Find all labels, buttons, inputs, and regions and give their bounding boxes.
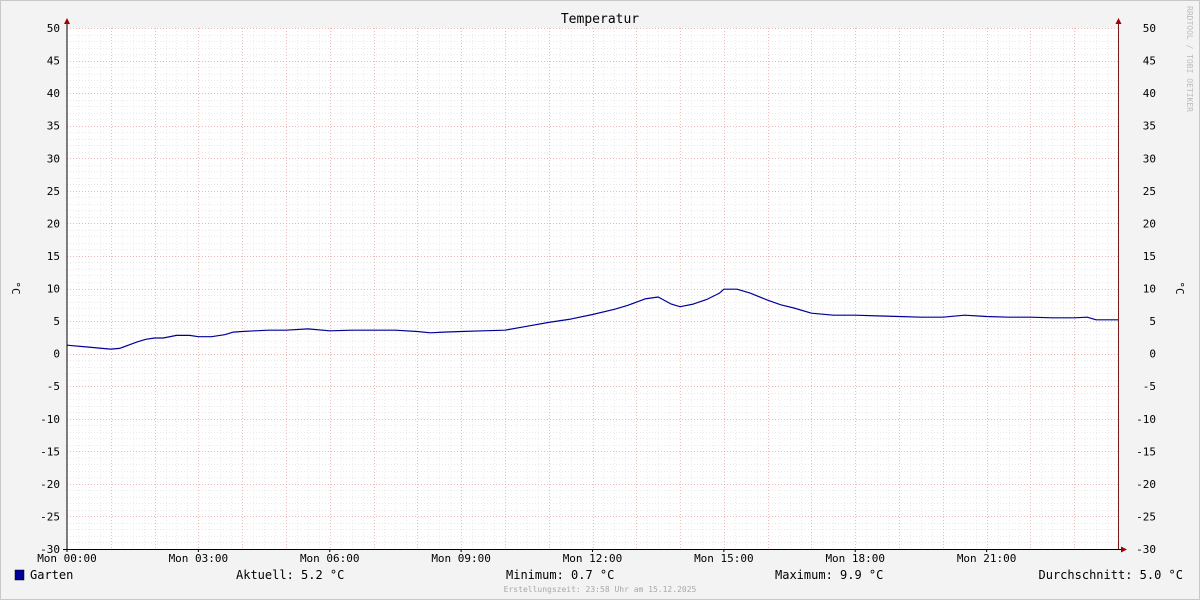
legend-series-name: Garten xyxy=(30,568,73,582)
y-tick-label-left: 0 xyxy=(53,348,60,361)
y-tick-label-left: 30 xyxy=(47,152,60,165)
x-tick-label: Mon 03:00 xyxy=(169,552,229,565)
y-tick-label-left: -20 xyxy=(40,478,60,491)
y-tick-label-left: 15 xyxy=(47,250,60,263)
y-tick-label-left: -10 xyxy=(40,413,60,426)
y-tick-label-left: 25 xyxy=(47,185,60,198)
temperature-chart: -30-25-20-15-10-505101520253035404550 -3… xyxy=(9,6,1194,594)
y-tick-label-left: -25 xyxy=(40,510,60,523)
x-axis: Mon 00:00 Mon 03:00 Mon 06:00 Mon 09:00 Mon … xyxy=(37,549,1016,565)
y-tick-label-right: 5 xyxy=(1149,315,1156,328)
y-tick-label-right: 25 xyxy=(1143,185,1156,198)
legend-minimum: Minimum: 0.7 °C xyxy=(506,568,614,582)
plot-area xyxy=(67,28,1118,549)
y-axis-arrow-right xyxy=(1115,18,1122,24)
y-tick-label-right: 40 xyxy=(1143,87,1156,100)
y-axis-arrow-left xyxy=(64,18,70,24)
legend-swatch xyxy=(14,569,25,581)
y-tick-label-right: 35 xyxy=(1143,120,1156,133)
y-tick-label-right: -10 xyxy=(1136,413,1156,426)
y-tick-label-left: -15 xyxy=(40,445,60,458)
y-tick-label-right: -25 xyxy=(1136,510,1156,523)
legend-current: Aktuell: 5.2 °C xyxy=(236,568,344,582)
legend-maximum: Maximum: 9.9 °C xyxy=(775,568,883,582)
y-tick-label-right: 30 xyxy=(1143,152,1156,165)
x-tick-label: Mon 15:00 xyxy=(694,552,754,565)
y-tick-label-left: 50 xyxy=(47,22,60,35)
y-tick-label-left: 5 xyxy=(53,315,60,328)
creation-time: Erstellungszeit: 23:58 Uhr am 15.12.2025 xyxy=(504,585,697,594)
y-tick-label-left: 10 xyxy=(47,283,60,296)
y-tick-label-left: 45 xyxy=(47,55,60,68)
y-tick-label-right: 10 xyxy=(1143,283,1156,296)
y-tick-label-right: 15 xyxy=(1143,250,1156,263)
legend-average: Durchschnitt: 5.0 °C xyxy=(1039,568,1184,582)
y-tick-label-right: -20 xyxy=(1136,478,1156,491)
x-axis-arrow xyxy=(1121,546,1127,553)
y-tick-label-right: -15 xyxy=(1136,445,1156,458)
y-tick-label-right: 50 xyxy=(1143,22,1156,35)
y-tick-label-left: -5 xyxy=(47,380,60,393)
watermark: RRDTOOL / TOBI OETIKER xyxy=(1185,6,1194,112)
x-tick-label: Mon 21:00 xyxy=(957,552,1017,565)
x-tick-label: Mon 00:00 xyxy=(37,552,97,565)
x-tick-label: Mon 09:00 xyxy=(431,552,491,565)
y-tick-label-right: -30 xyxy=(1136,543,1156,556)
chart-title: Temperatur xyxy=(561,12,639,27)
y-tick-label-right: -5 xyxy=(1143,380,1156,393)
y-tick-label-left: 20 xyxy=(47,217,60,230)
x-tick-label: Mon 06:00 xyxy=(300,552,360,565)
y-axis-left: -30-25-20-15-10-505101520253035404550 xyxy=(40,22,60,556)
y-tick-label-left: 35 xyxy=(47,120,60,133)
y-axis-right: -30 -25 -20 -15 -10 -5 0 5 10 15 20 25 30 35 40 45 50 xyxy=(1136,22,1156,556)
x-tick-label: Mon 12:00 xyxy=(563,552,623,565)
y-tick-label-right: 20 xyxy=(1143,217,1156,230)
y-tick-label-left: 40 xyxy=(47,87,60,100)
y-axis-label-right: °C xyxy=(1173,281,1186,294)
y-axis-label-left: °C xyxy=(9,281,22,294)
x-tick-label: Mon 18:00 xyxy=(825,552,885,565)
y-tick-label-right: 45 xyxy=(1143,55,1156,68)
y-tick-label-right: 0 xyxy=(1149,348,1156,361)
